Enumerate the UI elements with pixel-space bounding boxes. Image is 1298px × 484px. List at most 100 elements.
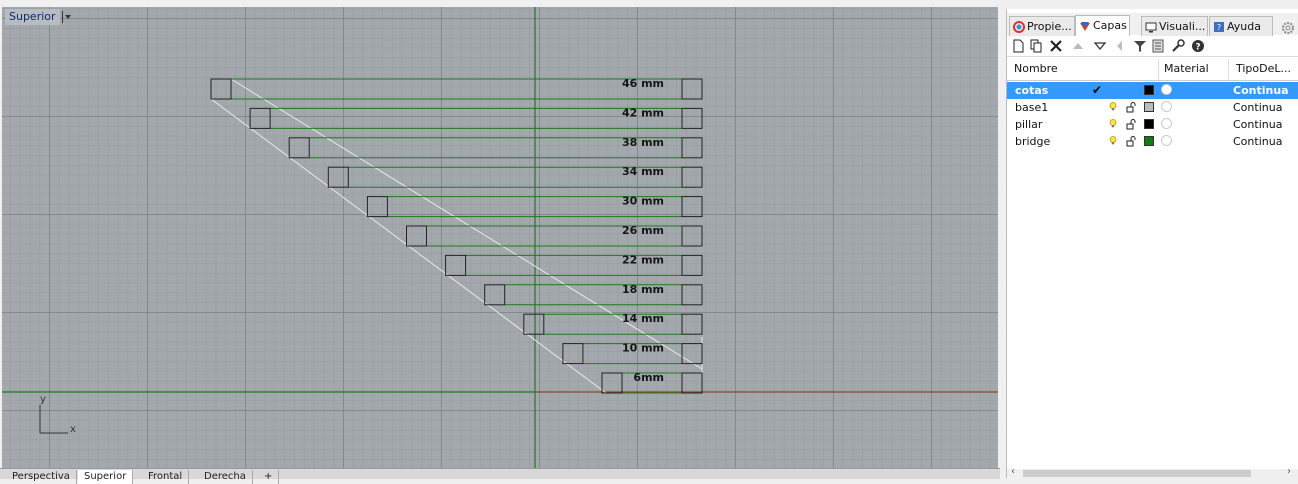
dimension-label[interactable]: 18 mm (622, 283, 664, 296)
pillar-square-right[interactable] (681, 372, 703, 394)
layer-row-cotas[interactable]: cotas ✔ Continua (1007, 82, 1298, 99)
tab-layers[interactable]: Capas (1075, 15, 1130, 37)
layers-icon (1080, 22, 1090, 31)
tab-frontal[interactable]: Frontal (142, 470, 190, 484)
scrollbar-thumb[interactable] (1023, 470, 1251, 477)
column-header-name[interactable]: Nombre (1007, 59, 1159, 80)
layers-table-header: Nombre Material TipoDeL... (1007, 59, 1298, 81)
top-viewport[interactable]: 46 mm 42 mm 38 mm 34 mm 30 mm 26 mm 22 mm 18 mm… (2, 7, 998, 468)
scroll-left-arrow-icon[interactable]: ‹ (1011, 466, 1015, 477)
layer-linetype[interactable]: Continua (1233, 133, 1282, 150)
layer-name[interactable]: bridge (1015, 133, 1050, 150)
new-sublayer-icon[interactable] (1029, 39, 1043, 53)
pillar-square-left[interactable] (445, 254, 467, 276)
pillar-square-right[interactable] (681, 78, 703, 100)
visibility-bulb-icon[interactable] (1109, 102, 1117, 111)
tab-derecha[interactable]: Derecha (198, 470, 253, 484)
pillar-square-left[interactable] (327, 166, 349, 188)
tab-display-label: Visuali... (1159, 20, 1206, 33)
filter-icon[interactable] (1133, 39, 1147, 53)
tab-perspectiva[interactable]: Perspectiva (6, 470, 77, 484)
dimension-label[interactable]: 26 mm (622, 224, 664, 237)
pillar-square-right[interactable] (681, 196, 703, 218)
dimension-label[interactable]: 22 mm (622, 253, 664, 266)
unlocked-icon[interactable] (1126, 136, 1136, 147)
viewport-tabs: Perspectiva Superior Frontal Derecha + (0, 468, 1000, 484)
column-header-material[interactable]: Material (1159, 59, 1229, 80)
layer-row-base1[interactable]: base1 Continua (1007, 99, 1298, 116)
layer-material-icon[interactable] (1161, 84, 1172, 95)
pillar-square-left[interactable] (562, 343, 584, 365)
pillar-square-left[interactable] (406, 225, 427, 247)
tab-help[interactable]: ? Ayuda (1209, 16, 1273, 36)
pillar-square-right[interactable] (681, 137, 703, 159)
layer-material-icon[interactable] (1161, 101, 1172, 112)
layer-color-swatch[interactable] (1144, 102, 1154, 112)
tab-properties[interactable]: Propie... (1009, 16, 1075, 36)
axis-label-y: y (40, 394, 46, 405)
tools-icon[interactable] (1171, 39, 1185, 53)
layer-linetype[interactable]: Continua (1233, 82, 1289, 99)
cad-drawing[interactable]: 46 mm 42 mm 38 mm 34 mm 30 mm 26 mm 22 mm 18 mm… (2, 7, 998, 468)
pillar-square-right[interactable] (681, 284, 703, 306)
tab-display[interactable]: Visuali... (1141, 16, 1208, 36)
pillar-square-right[interactable] (681, 225, 703, 247)
layer-name[interactable]: base1 (1015, 99, 1048, 116)
pillar-square-left[interactable] (601, 372, 623, 394)
layer-material-icon[interactable] (1161, 135, 1172, 146)
tab-help-label: Ayuda (1227, 20, 1261, 33)
move-left-icon[interactable] (1113, 39, 1127, 53)
viewport-title[interactable]: Superior (5, 9, 60, 25)
move-up-icon[interactable] (1071, 39, 1085, 53)
layers-toolbar: ? (1007, 36, 1298, 57)
svg-text:?: ? (1217, 23, 1221, 32)
layer-name[interactable]: cotas (1015, 82, 1048, 99)
unlocked-icon[interactable] (1126, 119, 1136, 130)
pillar-square-right[interactable] (681, 343, 703, 365)
layer-row-bridge[interactable]: bridge Continua (1007, 133, 1298, 150)
new-layer-icon[interactable] (1011, 39, 1025, 53)
layer-states-icon[interactable] (1151, 39, 1165, 53)
viewport-menu-arrow-icon[interactable] (62, 11, 73, 23)
scroll-right-arrow-icon[interactable]: › (1287, 466, 1291, 477)
column-header-linetype[interactable]: TipoDeL... (1229, 59, 1298, 80)
dimension-label[interactable]: 42 mm (622, 106, 664, 119)
layer-color-swatch[interactable] (1144, 119, 1154, 129)
dimension-label[interactable]: 30 mm (622, 195, 664, 208)
dimension-label[interactable]: 14 mm (622, 312, 664, 325)
tab-superior[interactable]: Superior (78, 470, 134, 484)
layer-name[interactable]: pillar (1015, 116, 1042, 133)
layer-linetype[interactable]: Continua (1233, 116, 1282, 133)
pillar-square-left[interactable] (210, 78, 232, 100)
tab-add[interactable]: + (258, 470, 280, 484)
pillar-square-left[interactable] (484, 284, 506, 306)
settings-gear-icon[interactable] (1281, 21, 1295, 35)
dimension-label[interactable]: 6mm (633, 371, 664, 384)
layer-row-pillar[interactable]: pillar Continua (1007, 116, 1298, 133)
pillar-square-left[interactable] (288, 137, 310, 159)
pillar-square-left[interactable] (523, 313, 545, 335)
layer-color-swatch[interactable] (1144, 85, 1154, 95)
panel-horizontal-scrollbar[interactable]: ‹ › (1007, 466, 1298, 478)
dimension-label[interactable]: 46 mm (622, 77, 664, 90)
pillar-square-right[interactable] (681, 166, 703, 188)
current-layer-check-icon[interactable]: ✔ (1092, 82, 1102, 99)
delete-icon[interactable] (1049, 39, 1063, 53)
move-down-icon[interactable] (1093, 39, 1107, 53)
pillar-square-left[interactable] (366, 196, 388, 218)
visibility-bulb-icon[interactable] (1109, 119, 1117, 128)
pillar-square-right[interactable] (681, 254, 703, 276)
dimension-label[interactable]: 34 mm (622, 165, 664, 178)
layer-linetype[interactable]: Continua (1233, 99, 1282, 116)
layer-color-swatch[interactable] (1144, 136, 1154, 146)
dimension-label[interactable]: 10 mm (622, 342, 664, 355)
pillar-square-right[interactable] (681, 107, 703, 129)
help-icon[interactable]: ? (1191, 39, 1205, 53)
dimension-label[interactable]: 38 mm (622, 136, 664, 149)
pillar-square-left[interactable] (249, 107, 271, 129)
unlocked-icon[interactable] (1126, 102, 1136, 113)
layer-material-icon[interactable] (1161, 118, 1172, 129)
visibility-bulb-icon[interactable] (1109, 136, 1117, 145)
panel-tabs: Propie... Capas Visuali... ? Ayuda (1007, 13, 1298, 37)
pillar-square-right[interactable] (681, 313, 703, 335)
